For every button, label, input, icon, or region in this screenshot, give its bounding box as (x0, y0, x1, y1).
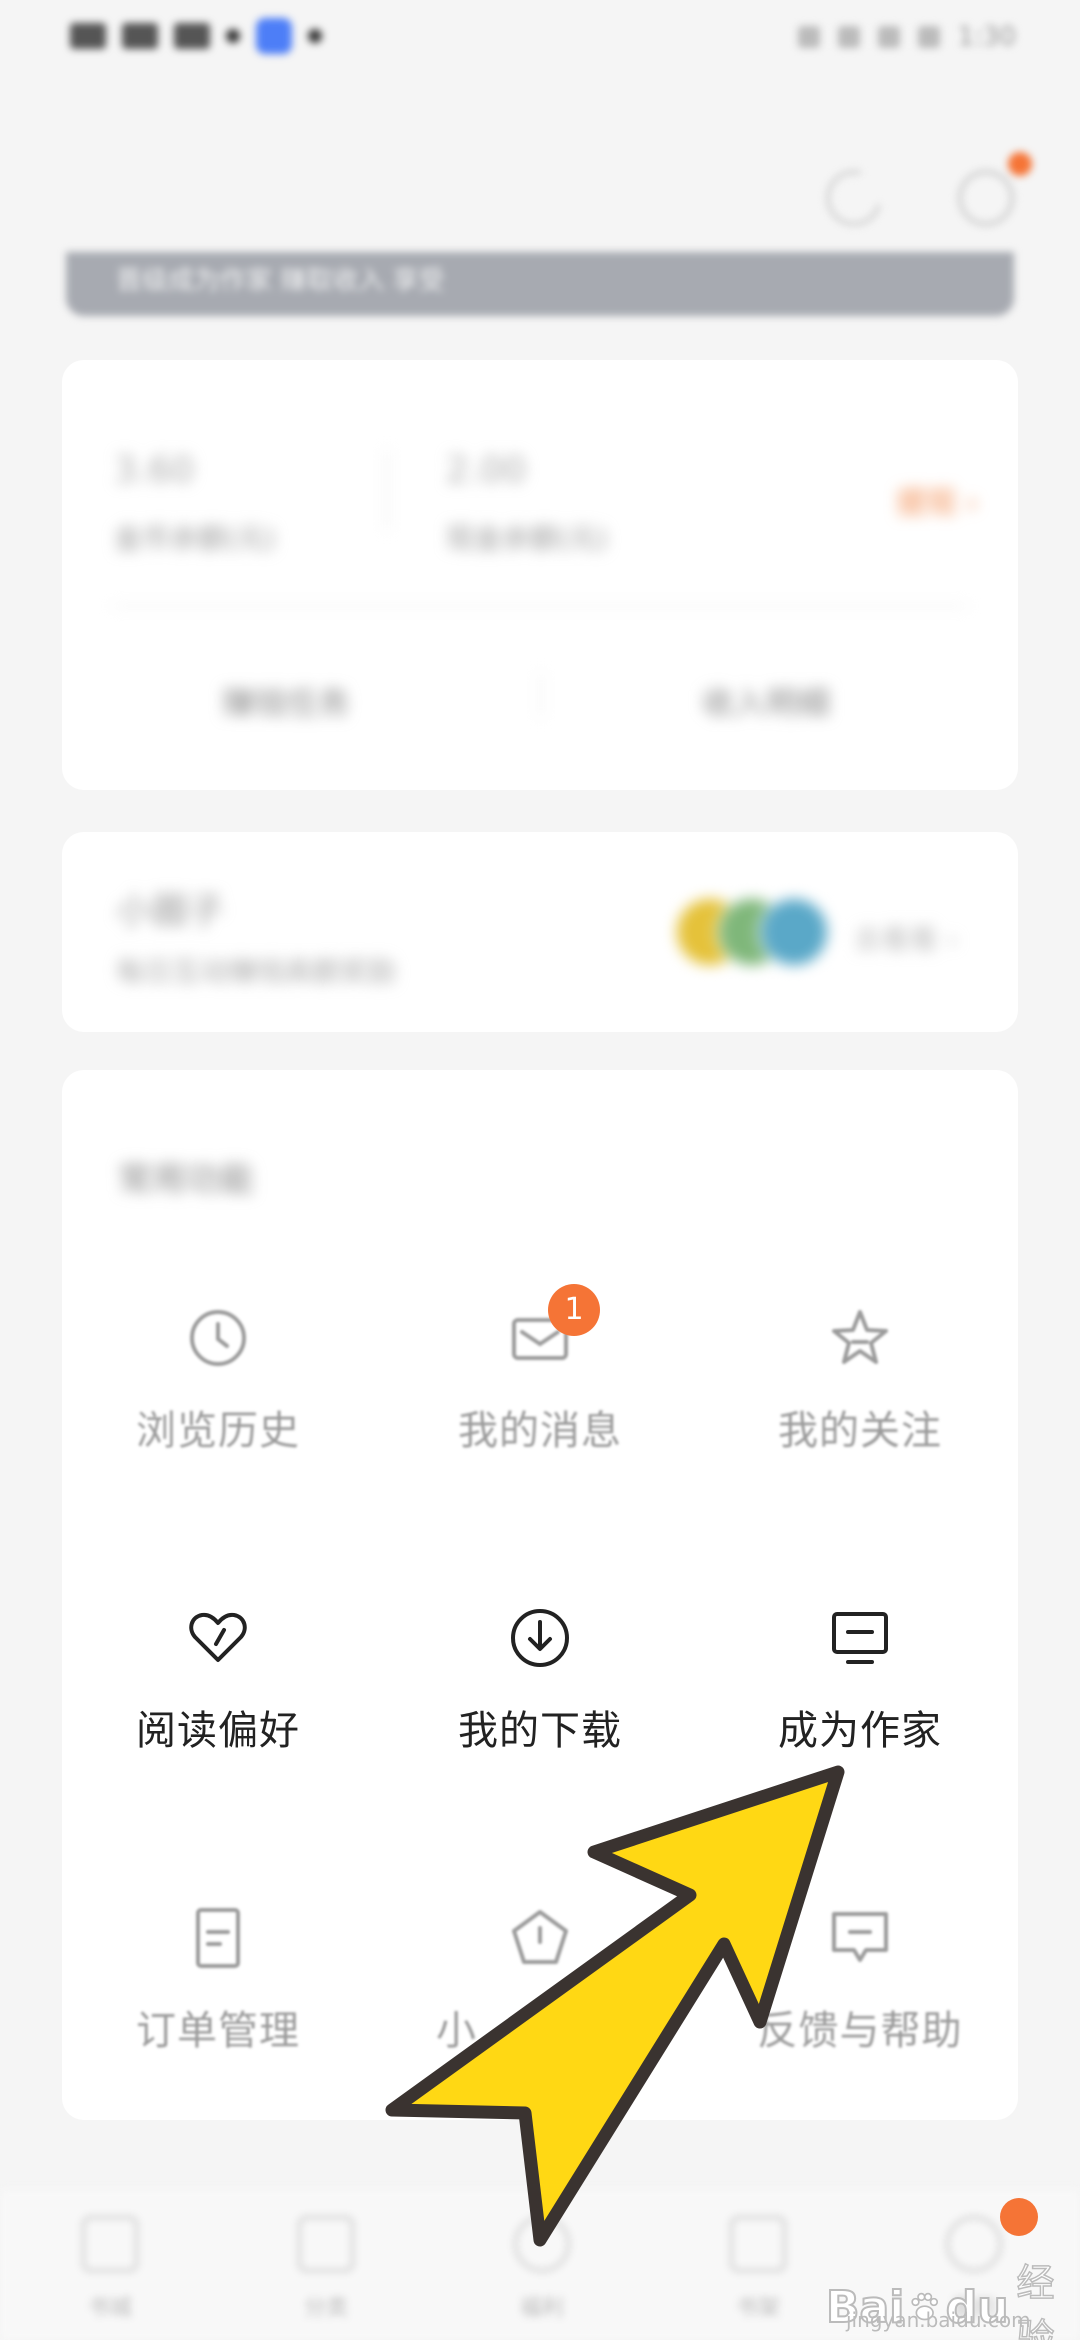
feedback-help-item[interactable]: 反馈与帮助 (730, 1906, 990, 2066)
reading-preference-item[interactable]: 阅读偏好 (88, 1606, 348, 1766)
my-messages-label: 我的消息 (458, 1408, 622, 1454)
status-time: 1:30 (957, 22, 1016, 52)
grid-icon (298, 2216, 354, 2272)
become-author-label: 成为作家 (778, 1708, 942, 1754)
top-notification-dot (1008, 152, 1032, 176)
app-notification-icon (256, 18, 292, 54)
wallet-card: 3.60 金币余额(元) 2.00 现金余额(元) 提现 › 赚钱任务 收入明细 (62, 360, 1018, 790)
status-right: 1:30 (797, 22, 1016, 52)
monitor-icon (832, 1612, 888, 1664)
divider (540, 672, 542, 718)
community-card[interactable]: 小圈子 每日互动赚钱高额奖励 去看看 › (62, 832, 1018, 1032)
coin-balance-label: 金币余额(元) (114, 522, 276, 555)
watermark-url: jingyan.baidu.com (846, 2308, 1031, 2332)
coin-balance[interactable]: 3.60 金币余额(元) (114, 450, 276, 557)
nav-category[interactable]: 分类 (256, 2216, 396, 2326)
my-follows-item[interactable]: 我的关注 (730, 1306, 990, 1466)
nav-label: 书城 (87, 2296, 132, 2321)
sim-icon (70, 23, 106, 49)
nav-mine-badge (1000, 2198, 1038, 2236)
status-bar: 1:30 (0, 0, 1080, 80)
nav-label: 书架 (735, 2296, 780, 2321)
community-more-link[interactable]: 去看看 › (854, 918, 958, 958)
gift-icon (514, 2216, 570, 2272)
notification-dot-icon-2 (308, 29, 322, 43)
notification-dot-icon (226, 29, 240, 43)
vibrate-icon (837, 26, 860, 48)
battery-icon (917, 26, 940, 48)
nav-bookstore[interactable]: 书城 (40, 2216, 180, 2326)
settings-icon[interactable] (958, 170, 1014, 226)
vip-banner[interactable]: 晋级成为作家 赚取收入 享受 (66, 252, 1014, 316)
feedback-help-label: 反馈与帮助 (757, 2008, 963, 2054)
earn-task-button[interactable]: 赚钱任务 (222, 678, 350, 724)
become-author-item[interactable]: 成为作家 (730, 1606, 990, 1766)
heart-icon (189, 1612, 247, 1662)
star-icon (832, 1310, 888, 1364)
nav-welfare[interactable]: 福利 (472, 2216, 612, 2326)
coin-balance-value: 3.60 (114, 450, 195, 491)
chat-icon (832, 1912, 888, 1962)
cash-balance[interactable]: 2.00 现金余额(元) (446, 450, 608, 557)
status-left (70, 18, 322, 54)
divider (112, 605, 968, 607)
avatar (758, 896, 830, 968)
community-desc: 每日互动赚钱高额奖励 (116, 955, 397, 988)
my-messages-item[interactable]: 我的消息 (410, 1306, 670, 1466)
message-count-badge: 1 (548, 1284, 600, 1336)
nav-label: 分类 (303, 2296, 348, 2321)
withdraw-link[interactable]: 提现 › (896, 478, 978, 522)
document-icon (196, 1908, 240, 1968)
night-mode-icon[interactable] (815, 159, 893, 237)
services-title: 常用功能 (118, 1160, 254, 1200)
clock-icon (190, 1310, 246, 1366)
signal-icon (122, 23, 158, 49)
cash-balance-value: 2.00 (446, 450, 527, 491)
pentagon-icon (512, 1910, 568, 1964)
nav-label: 福利 (519, 2296, 564, 2321)
order-management-item[interactable]: 订单管理 (88, 1906, 348, 2066)
home-icon (82, 2216, 138, 2272)
order-management-label: 订单管理 (136, 2008, 300, 2054)
signal-icon-2 (174, 23, 210, 49)
my-downloads-item[interactable]: 我的下载 (410, 1606, 670, 1766)
income-detail-button[interactable]: 收入明细 (702, 678, 830, 724)
mini-item[interactable]: 小 (410, 1906, 670, 2066)
avatar-group (674, 896, 834, 968)
services-card: 常用功能 浏览历史 我的消息 1 我的关注 阅读偏好 我的下载 成为作家 订单管… (62, 1070, 1018, 2120)
banner-text: 晋级成为作家 赚取收入 享受 (116, 266, 445, 296)
wifi-icon (877, 26, 900, 48)
book-icon (730, 2216, 786, 2272)
community-title: 小圈子 (116, 891, 225, 932)
mini-label: 小 (436, 2008, 477, 2054)
nav-bookshelf[interactable]: 书架 (688, 2216, 828, 2326)
reading-preference-label: 阅读偏好 (136, 1708, 300, 1754)
browse-history-item[interactable]: 浏览历史 (88, 1306, 348, 1466)
browse-history-label: 浏览历史 (136, 1408, 300, 1454)
cash-balance-label: 现金余额(元) (446, 522, 608, 555)
bluetooth-icon (797, 26, 820, 48)
download-icon (511, 1609, 569, 1667)
my-downloads-label: 我的下载 (458, 1708, 622, 1754)
my-follows-label: 我的关注 (778, 1408, 942, 1454)
divider (386, 450, 388, 530)
